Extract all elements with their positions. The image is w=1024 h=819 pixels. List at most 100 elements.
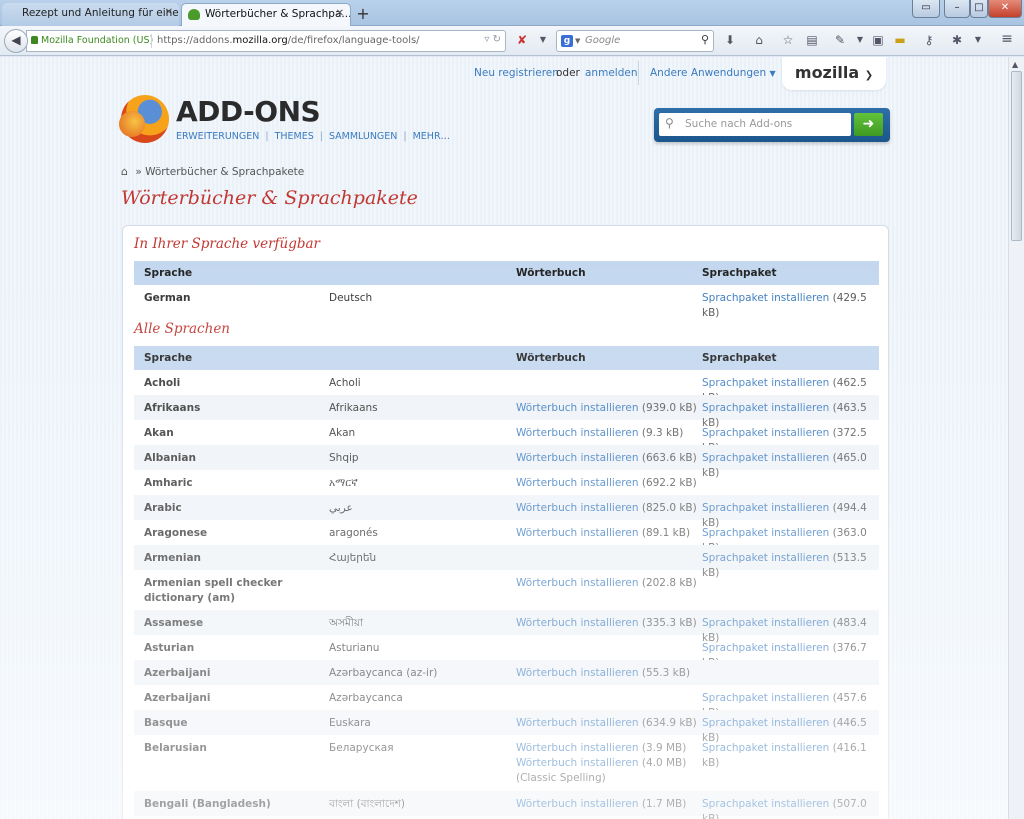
install-dictionary-link[interactable]: Wörterbuch installieren (516, 502, 639, 514)
site-title[interactable]: ADD-ONS (176, 95, 321, 128)
install-dictionary-link[interactable]: Wörterbuch installieren (516, 477, 639, 489)
scroll-up-icon[interactable]: ▲ (1012, 60, 1018, 69)
close-tab-icon[interactable]: ✕ (165, 7, 173, 18)
install-dictionary-link[interactable]: Wörterbuch installieren (516, 757, 639, 769)
breadcrumb: ⌂ » Wörterbücher & Sprachpakete (121, 165, 304, 178)
home-icon[interactable]: ⌂ (750, 33, 768, 47)
install-pack-link[interactable]: Sprachpaket installieren (702, 377, 829, 389)
key-icon[interactable]: ⚷ (920, 33, 938, 47)
install-dictionary-link[interactable]: Wörterbuch installieren (516, 742, 639, 754)
install-dictionary-link[interactable]: Wörterbuch installieren (516, 798, 639, 810)
download-icon[interactable]: ⬇ (721, 33, 739, 47)
site-identity[interactable]: Mozilla Foundation (US) (31, 35, 153, 46)
scrollbar[interactable]: ▲ (1008, 57, 1024, 819)
engine-dropdown-icon[interactable]: ▼ (575, 37, 580, 45)
install-dictionary-link[interactable]: Wörterbuch installieren (516, 527, 639, 539)
install-pack-link[interactable]: Sprachpaket installieren (702, 642, 829, 654)
install-pack-link[interactable]: Sprachpaket installieren (702, 502, 829, 514)
table-row: Basque Euskara Wörterbuch installieren (63… (134, 710, 879, 744)
dictionary-cell: Wörterbuch installieren (825.0 kB) (516, 501, 697, 516)
install-pack-link[interactable]: Sprachpaket installieren (702, 427, 829, 439)
nav-extensions[interactable]: ERWEITERUNGEN (176, 131, 259, 142)
install-pack-link[interactable]: Sprachpaket installieren (702, 552, 829, 564)
restore-icon[interactable]: ▭ (912, 0, 940, 18)
google-icon[interactable]: g (561, 35, 573, 47)
install-dictionary-link[interactable]: Wörterbuch installieren (516, 617, 639, 629)
tab-dictionaries[interactable]: Wörterbücher & Sprachpa... ✕ (181, 3, 351, 26)
col-language: Sprache (144, 352, 193, 364)
install-pack-link[interactable]: Sprachpaket installieren (702, 292, 829, 304)
install-dictionary-link[interactable]: Wörterbuch installieren (516, 452, 639, 464)
dictionary-size: (692.2 kB) (641, 477, 697, 489)
bookmarks-menu-icon[interactable]: ▤ (803, 33, 821, 47)
url-path: /de/firefox/language-tools/ (287, 35, 420, 46)
or-label: oder (556, 67, 580, 79)
search-go-button[interactable]: ➜ (854, 113, 883, 136)
scroll-thumb[interactable] (1011, 71, 1022, 241)
menu-icon[interactable]: ≡ (998, 31, 1016, 47)
blocker-icon[interactable]: ✘ (513, 33, 531, 47)
dictionary-size: (335.3 kB) (641, 617, 697, 629)
url-bar[interactable]: Mozilla Foundation (US) https://addons.m… (26, 30, 506, 52)
maximize-button[interactable]: □ (970, 0, 988, 18)
addon-search-input[interactable]: ⚲ Suche nach Add-ons (659, 113, 851, 136)
close-tab-icon[interactable]: ✕ (336, 8, 344, 19)
extension-icon[interactable]: ✱ (948, 33, 966, 47)
install-pack-link[interactable]: Sprachpaket installieren (702, 717, 829, 729)
close-window-button[interactable]: ✕ (988, 0, 1022, 18)
dictionary-cell: Wörterbuch installieren (202.8 kB) (516, 576, 697, 591)
bookmark-star-icon[interactable]: ☆ (779, 33, 797, 47)
native-name: አማርኛ (329, 477, 358, 489)
tab-recipe[interactable]: Rezept und Anleitung für eine ... ✕ (2, 3, 179, 26)
dictionary-cell: Wörterbuch installieren (634.9 kB) (516, 716, 697, 731)
language-name: Asturian (144, 642, 195, 654)
search-placeholder: Suche nach Add-ons (685, 118, 793, 130)
language-name: Amharic (144, 477, 193, 489)
native-name: Հայերեն (329, 552, 377, 564)
register-link[interactable]: Neu registrieren (474, 67, 559, 79)
dropdown-icon[interactable]: ▼ (969, 35, 987, 44)
table-row: Belarusian Беларуская Wörterbuch installie… (134, 735, 879, 791)
table-header: Sprache Wörterbuch Sprachpaket (134, 346, 879, 370)
nav-more[interactable]: MEHR… (413, 131, 450, 142)
back-button[interactable]: ◀ (4, 29, 28, 53)
install-pack-link[interactable]: Sprachpaket installieren (702, 527, 829, 539)
native-name: Azərbaycanca (az-ir) (329, 667, 438, 679)
install-pack-link[interactable]: Sprachpaket installieren (702, 402, 829, 414)
dictionary-size: (202.8 kB) (641, 577, 697, 589)
col-pack: Sprachpaket (702, 267, 777, 279)
dropdown-icon[interactable]: ▼ (851, 35, 869, 44)
table-row: Azerbaijani Azərbaycanca Sprachpaket insta… (134, 685, 879, 719)
install-pack-link[interactable]: Sprachpaket installieren (702, 798, 829, 810)
firefox-logo-icon[interactable] (119, 95, 169, 143)
install-dictionary-link[interactable]: Wörterbuch installieren (516, 667, 639, 679)
notes-icon[interactable]: ▬ (891, 33, 909, 47)
dictionary-cell: Wörterbuch installieren (692.2 kB) (516, 476, 697, 491)
section-all-languages: Alle Sprachen (134, 321, 230, 337)
minimize-button[interactable]: – (944, 0, 970, 18)
nav-themes[interactable]: THEMES (275, 131, 314, 142)
home-icon[interactable]: ⌂ (121, 165, 132, 178)
native-name: Shqip (329, 452, 359, 464)
install-pack-link[interactable]: Sprachpaket installieren (702, 617, 829, 629)
reload-icon[interactable]: ▿ ↻ (484, 34, 501, 45)
other-apps-menu[interactable]: Andere Anwendungen ▼ (650, 67, 776, 79)
install-pack-link[interactable]: Sprachpaket installieren (702, 452, 829, 464)
screenshot-icon[interactable]: ▣ (869, 33, 887, 47)
install-pack-link[interactable]: Sprachpaket installieren (702, 742, 829, 754)
install-dictionary-link[interactable]: Wörterbuch installieren (516, 402, 639, 414)
new-tab-button[interactable]: + (354, 4, 372, 23)
dropdown-icon[interactable]: ▼ (534, 35, 552, 44)
install-dictionary-link[interactable]: Wörterbuch installieren (516, 577, 639, 589)
eyedropper-icon[interactable]: ✎ (831, 33, 849, 47)
install-dictionary-link[interactable]: Wörterbuch installieren (516, 427, 639, 439)
dictionary-cell: Wörterbuch installieren (3.9 MB) Wörterbu… (516, 741, 686, 786)
search-icon[interactable]: ⚲ (701, 33, 709, 46)
install-dictionary-link[interactable]: Wörterbuch installieren (516, 717, 639, 729)
url-text[interactable]: https://addons.mozilla.org/de/firefox/la… (157, 35, 420, 46)
nav-collections[interactable]: SAMMLUNGEN (329, 131, 397, 142)
search-bar[interactable]: g ▼ Google ⚲ (556, 30, 714, 52)
mozilla-menu[interactable]: mozilla ❯ (782, 57, 886, 90)
login-link[interactable]: anmelden (585, 67, 637, 79)
install-pack-link[interactable]: Sprachpaket installieren (702, 692, 829, 704)
